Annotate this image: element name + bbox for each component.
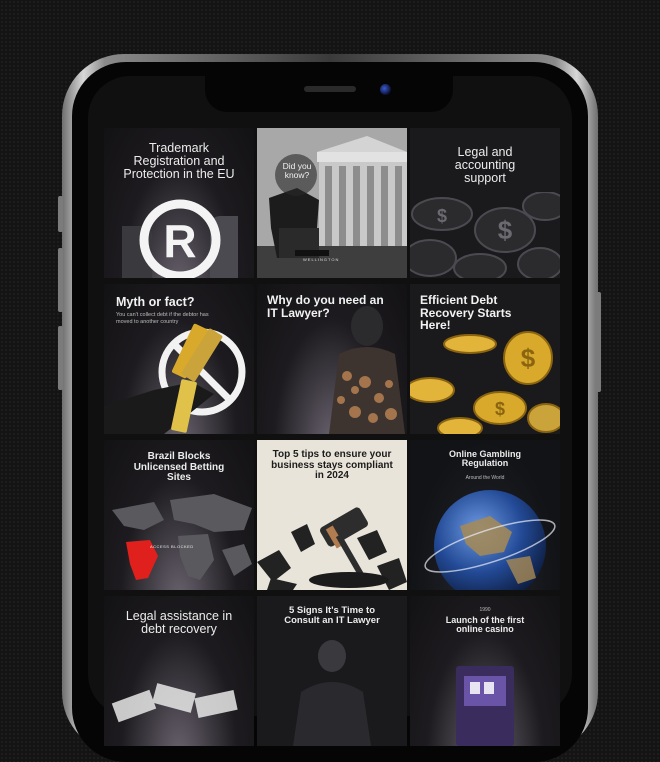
money-stack-icon (111, 683, 238, 723)
speaker-grille (304, 86, 356, 92)
post-tile[interactable]: Legal and accounting support $ $ (410, 128, 560, 278)
status-badge: ACCESS BLOCKED (150, 544, 194, 549)
phone-notch (205, 76, 453, 112)
money-hand-icon (104, 323, 246, 434)
svg-text:$: $ (495, 399, 505, 419)
svg-text:$: $ (437, 206, 447, 226)
post-title: Trademark Registration and Protection in… (123, 141, 235, 182)
svg-text:$: $ (498, 215, 513, 245)
figure-illustration (329, 306, 405, 434)
figure-illustration (293, 640, 371, 746)
post-tile[interactable]: 5 Signs It's Time to Consult an IT Lawye… (257, 596, 407, 746)
post-tile[interactable]: Brazil Blocks Unlicensed Betting Sites A… (104, 440, 254, 590)
power-button (596, 292, 601, 392)
post-title: Legal assistance in debt recovery (125, 609, 233, 637)
post-title: Top 5 tips to ensure your business stays… (271, 449, 393, 481)
post-tile[interactable]: Online Gambling Regulation Around the Wo… (410, 440, 560, 590)
globe-icon (424, 490, 556, 590)
post-kicker: 1990 (479, 607, 491, 613)
world-map-icon (112, 494, 252, 580)
registered-icon: R (122, 199, 238, 278)
volume-button (58, 196, 63, 232)
front-camera (380, 84, 391, 95)
svg-text:R: R (163, 215, 196, 267)
post-title: Launch of the first online casino (445, 615, 525, 635)
casino-illustration (456, 666, 514, 746)
post-tile[interactable]: Why do you need an IT Lawyer? (257, 284, 407, 434)
volume-button (58, 326, 63, 390)
post-caption: WELLINGTON (303, 257, 340, 262)
post-title: 5 Signs It's Time to Consult an IT Lawye… (284, 605, 380, 626)
post-title: Brazil Blocks Unlicensed Betting Sites (133, 451, 225, 483)
post-subtitle: Around the World (465, 475, 505, 481)
dollar-coin-icon: $ $ (410, 331, 560, 434)
building-photo (257, 128, 407, 278)
svg-text:$: $ (521, 343, 536, 373)
dollar-coin-icon: $ $ (410, 192, 560, 278)
post-tile[interactable]: Myth or fact? You can't collect debt if … (104, 284, 254, 434)
post-title: Did you know? (282, 161, 312, 180)
post-tile[interactable]: Efficient Debt Recovery Starts Here! $ $ (410, 284, 560, 434)
post-tile[interactable]: Legal assistance in debt recovery (104, 596, 254, 746)
post-tile[interactable]: 1990 Launch of the first online casino (410, 596, 560, 746)
post-tile[interactable]: Trademark Registration and Protection in… (104, 128, 254, 278)
gavel-icon (257, 507, 407, 590)
post-title: Myth or fact? (116, 295, 195, 309)
post-tile[interactable]: Top 5 tips to ensure your business stays… (257, 440, 407, 590)
post-tile[interactable]: Did you know? WELLINGTON (257, 128, 407, 278)
post-title: Legal and accounting support (454, 145, 516, 186)
post-title: Online Gambling Regulation (448, 449, 521, 469)
volume-button (58, 248, 63, 312)
